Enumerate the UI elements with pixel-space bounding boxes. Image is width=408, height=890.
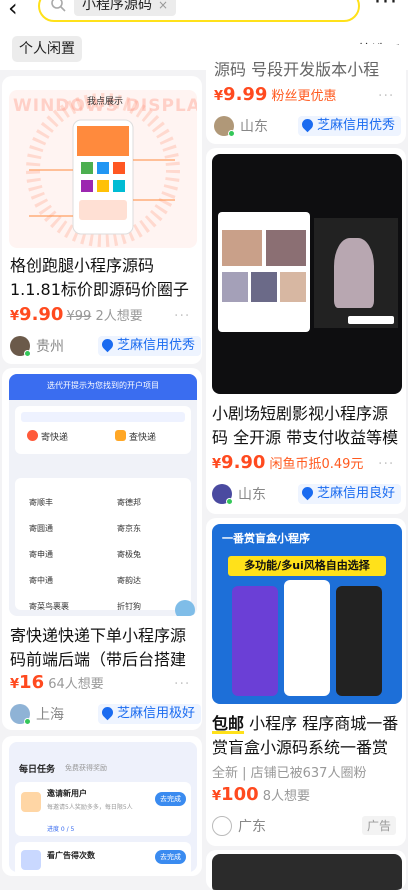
search-query-chip[interactable]: 小程序源码 × [74, 0, 177, 16]
want-count: 64人想要 [48, 677, 104, 692]
more-icon[interactable]: ··· [374, 0, 398, 15]
tab-personal-idle[interactable]: 个人闲置 [12, 36, 82, 62]
image-button-text: 查快递 [129, 433, 157, 443]
image-button-text: 寄快递 [41, 433, 69, 443]
image-panel: 寄快递 查快递 [15, 406, 191, 454]
image-text: 每日任务 [19, 765, 56, 775]
product-card[interactable]: 选代开提示为您找到的开户项目 寄快递 查快递 寄顺丰 寄圆通 寄申通 寄中通 寄菜鸟裹裹… [2, 368, 202, 730]
product-image: 选代开提示为您找到的开户项目 寄快递 查快递 寄顺丰 寄圆通 寄申通 寄中通 寄菜鸟裹裹… [9, 374, 197, 616]
product-image: 每日任务 免费获得奖励 邀请新用户 每邀请5人奖励多多，每日限5人 进度 0 /… [9, 742, 197, 872]
want-count: 8人想要 [262, 789, 311, 804]
search-query: 小程序源码 [82, 0, 152, 13]
credit-badge: 芝麻信用良好 [298, 484, 402, 504]
free-shipping-tag: 包邮 [212, 714, 245, 733]
play-icon[interactable] [175, 600, 195, 616]
product-card[interactable]: 小剧场短剧影视小程序源码 全开源 带支付收益等模 ¥9.90 闲鱼币抵0.49元 … [206, 148, 406, 514]
product-title: 格创跑腿小程序源码1.1.81标价即源码价圈子全部问 [10, 256, 189, 299]
image-text: 看广告得次数 [47, 851, 95, 860]
credit-badge: 芝麻信用优秀 [298, 116, 402, 136]
product-price: ¥9.99 粉丝更优惠 [214, 84, 337, 105]
product-price: ¥9.90 闲鱼币抵0.49元 [212, 452, 364, 473]
price-value: 16 [19, 672, 45, 693]
back-icon[interactable]: ‹ [8, 0, 18, 22]
product-title: 寄快递快递下单小程序源码前端后端（带后台搭建 [10, 626, 187, 669]
product-image: 一番赏盲盒小程序 多功能/多ui风格自由选择 [212, 524, 402, 704]
online-dot [24, 718, 31, 725]
image-header: 我点展示 [87, 97, 124, 107]
price-value: 100 [221, 784, 259, 805]
credit-icon [99, 704, 116, 721]
image-text: 多功能/多ui风格自由选择 [228, 556, 386, 576]
search-box[interactable]: 小程序源码 × [38, 0, 360, 22]
more-options-icon[interactable]: ··· [174, 676, 190, 692]
online-dot [24, 350, 31, 357]
clear-icon[interactable]: × [158, 0, 168, 12]
seller-location: 广东 [212, 816, 266, 836]
product-title: 小剧场短剧影视小程序源码 全开源 带支付收益等模 [212, 404, 399, 447]
image-text: 每邀请5人奖励多多，每日限5人 [47, 804, 133, 811]
product-image [212, 854, 402, 890]
credit-icon [99, 336, 116, 353]
product-card[interactable]: 源码 号段开发版本小程 ¥9.99 粉丝更优惠 ··· 山东 芝麻信用优秀 [206, 44, 406, 144]
avatar [10, 704, 31, 725]
avatar [10, 336, 31, 357]
search-icon [51, 0, 66, 12]
seller-location: 山东 [212, 484, 266, 505]
avatar [214, 116, 235, 137]
price-note: 闲鱼币抵0.49元 [269, 457, 364, 472]
avatar [212, 816, 232, 836]
seller-location: 上海 [10, 704, 64, 725]
image-text: 免费获得奖励 [65, 764, 107, 772]
price-value: 9.90 [221, 452, 266, 473]
credit-badge: 芝麻信用优秀 [98, 336, 202, 356]
credit-icon [299, 484, 316, 501]
ad-label: 广告 [362, 816, 397, 835]
price-value: 9.90 [19, 304, 64, 325]
product-title-partial: 源码 号段开发版本小程 [214, 60, 380, 79]
product-price: ¥16 64人想要 [10, 672, 104, 693]
image-text: 去完成 [155, 792, 186, 806]
product-card[interactable]: WINDOWS DISPLAY 我点展示 格创跑腿小程序源码1.1.81标价即源… [2, 76, 202, 364]
more-options-icon[interactable]: ··· [378, 88, 394, 104]
product-image: WINDOWS DISPLAY 我点展示 [9, 90, 197, 248]
product-subtitle: 全新 | 店铺已被637人圈粉 [212, 766, 367, 781]
more-options-icon[interactable]: ··· [174, 308, 190, 324]
image-text: 去完成 [155, 850, 186, 864]
product-card[interactable] [206, 850, 406, 890]
online-dot [226, 498, 233, 505]
image-panel: 寄顺丰 寄圆通 寄申通 寄中通 寄菜鸟裹裹 寄德邦 寄京东 寄极兔 寄韵达 折钉狗 [15, 478, 191, 611]
original-price: ¥99 [66, 309, 92, 324]
avatar [212, 484, 233, 505]
price-note: 粉丝更优惠 [271, 89, 337, 104]
seller-location: 山东 [214, 116, 268, 137]
credit-icon [299, 116, 316, 133]
credit-badge: 芝麻信用极好 [98, 704, 202, 724]
image-banner-text: 选代开提示为您找到的开户项目 [47, 381, 159, 390]
product-title: 包邮 小程序 程序商城一番赏盲盒小源码系统一番赏 [212, 714, 399, 757]
more-options-icon[interactable]: ··· [378, 456, 394, 472]
product-image [212, 154, 402, 394]
image-text: 进度 0 / 5 [47, 826, 75, 833]
product-card[interactable]: 每日任务 免费获得奖励 邀请新用户 每邀请5人奖励多多，每日限5人 进度 0 /… [2, 736, 202, 876]
want-count: 2人想要 [95, 309, 143, 324]
price-value: 9.99 [223, 84, 268, 105]
seller-location: 贵州 [10, 336, 64, 357]
image-text: 一番赏盲盒小程序 [222, 532, 310, 545]
online-dot [228, 130, 235, 137]
product-price: ¥100 8人想要 [212, 784, 311, 805]
product-price: ¥9.90 ¥99 2人想要 [10, 304, 143, 325]
image-text: 邀请新用户 [47, 789, 87, 798]
top-bar: ‹ 小程序源码 × ··· [0, 0, 408, 28]
product-card[interactable]: 一番赏盲盒小程序 多功能/多ui风格自由选择 包邮 小程序 程序商城一番赏盲盒小… [206, 518, 406, 846]
